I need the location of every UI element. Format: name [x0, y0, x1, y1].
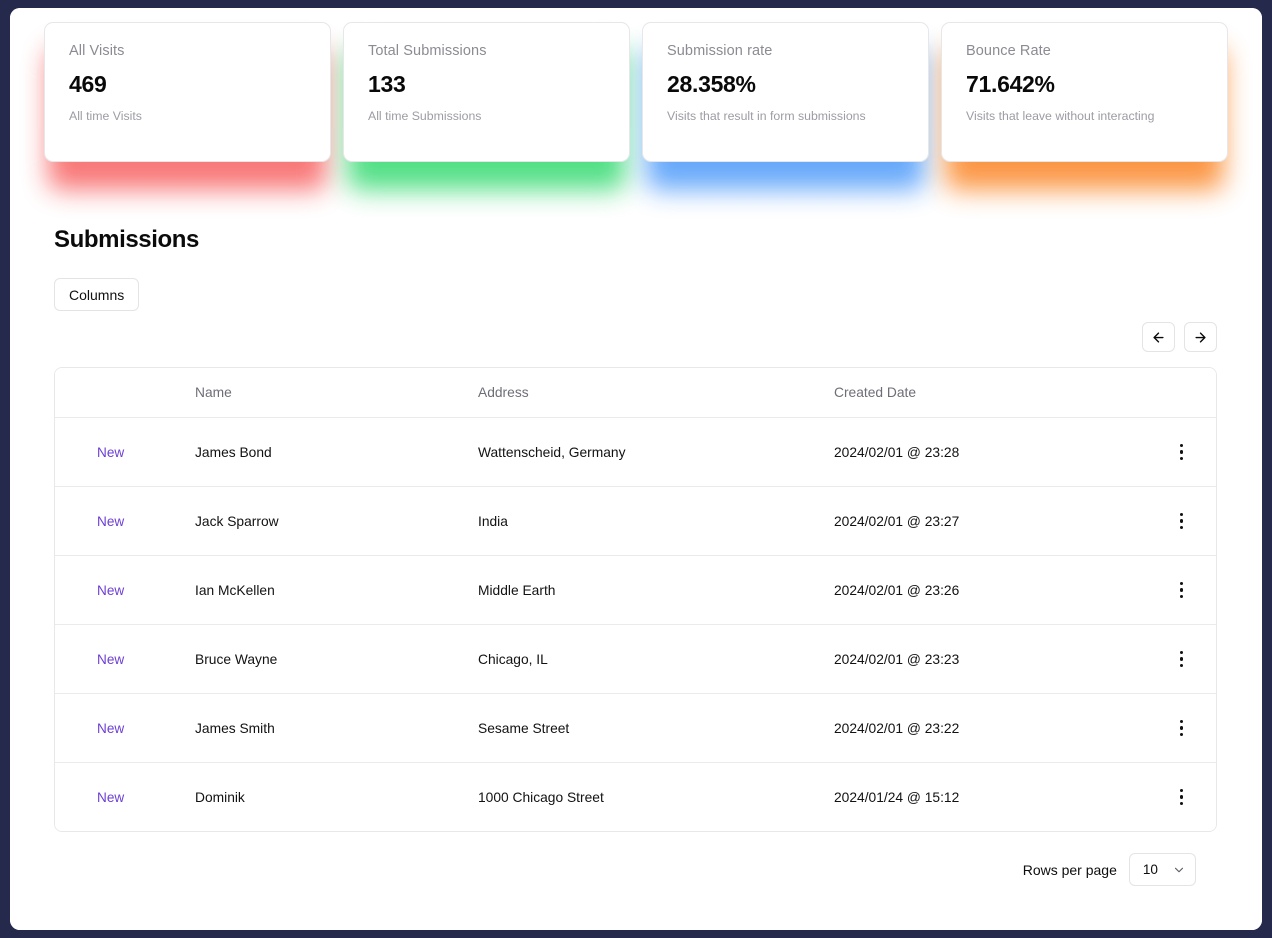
cell-name: James Smith — [195, 694, 478, 763]
more-vertical-icon — [1180, 444, 1183, 460]
cell-name: James Bond — [195, 418, 478, 487]
row-actions-menu-button[interactable] — [1168, 715, 1196, 741]
stat-subtitle: All time Submissions — [368, 109, 605, 123]
arrow-right-icon — [1193, 330, 1208, 345]
status-badge: New — [55, 487, 195, 556]
more-vertical-icon — [1180, 513, 1183, 529]
status-badge-label: New — [97, 652, 124, 667]
status-badge-label: New — [97, 721, 124, 736]
cell-address: 1000 Chicago Street — [478, 763, 834, 832]
cell-created-date: 2024/02/01 @ 23:22 — [834, 694, 1134, 763]
cell-address: Wattenscheid, Germany — [478, 418, 834, 487]
columns-button[interactable]: Columns — [54, 278, 139, 311]
table-row[interactable]: New Bruce WayneChicago, IL2024/02/01 @ 23… — [55, 625, 1217, 694]
stats-row: All Visits 469 All time Visits Total Sub… — [10, 8, 1262, 162]
table-pagination-top — [10, 311, 1262, 352]
stat-card-submission-rate: Submission rate 28.358% Visits that resu… — [642, 22, 929, 162]
cell-name: Bruce Wayne — [195, 625, 478, 694]
arrow-left-icon — [1151, 330, 1166, 345]
more-vertical-icon — [1180, 789, 1183, 805]
previous-page-button[interactable] — [1142, 322, 1175, 352]
status-badge-label: New — [97, 445, 124, 460]
submissions-table-container: Name Address Created Date New James BondW… — [54, 367, 1217, 832]
status-badge-label: New — [97, 514, 124, 529]
dashboard-page: All Visits 469 All time Visits Total Sub… — [10, 8, 1262, 930]
stat-subtitle: Visits that result in form submissions — [667, 109, 904, 123]
stat-title: Submission rate — [667, 43, 904, 59]
stat-title: All Visits — [69, 43, 306, 59]
cell-created-date: 2024/02/01 @ 23:28 — [834, 418, 1134, 487]
table-row[interactable]: New Jack SparrowIndia2024/02/01 @ 23:27 — [55, 487, 1217, 556]
column-header-name: Name — [195, 368, 478, 418]
cell-actions — [1134, 418, 1217, 487]
row-actions-menu-button[interactable] — [1168, 577, 1196, 603]
table-footer: Rows per page 10 — [10, 832, 1262, 886]
status-badge: New — [55, 418, 195, 487]
cell-name: Jack Sparrow — [195, 487, 478, 556]
stat-value: 71.642% — [966, 72, 1203, 96]
submissions-table: Name Address Created Date New James BondW… — [55, 368, 1217, 831]
stat-card-bounce-rate: Bounce Rate 71.642% Visits that leave wi… — [941, 22, 1228, 162]
cell-created-date: 2024/01/24 @ 15:12 — [834, 763, 1134, 832]
status-badge: New — [55, 763, 195, 832]
next-page-button[interactable] — [1184, 322, 1217, 352]
cell-actions — [1134, 763, 1217, 832]
stat-title: Total Submissions — [368, 43, 605, 59]
cell-address: Chicago, IL — [478, 625, 834, 694]
cell-created-date: 2024/02/01 @ 23:26 — [834, 556, 1134, 625]
row-actions-menu-button[interactable] — [1168, 439, 1196, 465]
status-badge: New — [55, 625, 195, 694]
status-badge-label: New — [97, 583, 124, 598]
cell-name: Dominik — [195, 763, 478, 832]
cell-name: Ian McKellen — [195, 556, 478, 625]
more-vertical-icon — [1180, 720, 1183, 736]
cell-created-date: 2024/02/01 @ 23:23 — [834, 625, 1134, 694]
stat-subtitle: All time Visits — [69, 109, 306, 123]
stat-value: 28.358% — [667, 72, 904, 96]
table-header-row: Name Address Created Date — [55, 368, 1217, 418]
status-badge: New — [55, 556, 195, 625]
app-window: All Visits 469 All time Visits Total Sub… — [10, 8, 1262, 930]
cell-created-date: 2024/02/01 @ 23:27 — [834, 487, 1134, 556]
cell-address: Middle Earth — [478, 556, 834, 625]
stat-subtitle: Visits that leave without interacting — [966, 109, 1203, 123]
table-body: NewJames BondWattenscheid, Germany2024/0… — [55, 418, 1217, 832]
rows-per-page-label: Rows per page — [1023, 862, 1117, 878]
stat-title: Bounce Rate — [966, 43, 1203, 59]
cell-actions — [1134, 556, 1217, 625]
column-header-created-date: Created Date — [834, 368, 1134, 418]
status-badge-label: New — [97, 790, 124, 805]
column-header-status — [55, 368, 195, 418]
cell-address: India — [478, 487, 834, 556]
stat-card-all-visits: All Visits 469 All time Visits — [44, 22, 331, 162]
table-row[interactable]: New James BondWattenscheid, Germany2024/0… — [55, 418, 1217, 487]
row-actions-menu-button[interactable] — [1168, 784, 1196, 810]
cell-address: Sesame Street — [478, 694, 834, 763]
cell-actions — [1134, 487, 1217, 556]
status-badge: New — [55, 694, 195, 763]
table-toolbar: Columns — [10, 254, 1262, 311]
table-row[interactable]: New James SmithSesame Street2024/02/01 @ … — [55, 694, 1217, 763]
table-row[interactable]: New Ian McKellenMiddle Earth2024/02/01 @ … — [55, 556, 1217, 625]
row-actions-menu-button[interactable] — [1168, 508, 1196, 534]
chevron-down-icon — [1172, 863, 1186, 877]
row-actions-menu-button[interactable] — [1168, 646, 1196, 672]
cell-actions — [1134, 625, 1217, 694]
cell-actions — [1134, 694, 1217, 763]
rows-per-page-value: 10 — [1143, 862, 1158, 877]
table-header: Name Address Created Date — [55, 368, 1217, 418]
stat-card-total-submissions: Total Submissions 133 All time Submissio… — [343, 22, 630, 162]
more-vertical-icon — [1180, 582, 1183, 598]
stat-value: 133 — [368, 72, 605, 96]
more-vertical-icon — [1180, 651, 1183, 667]
table-row[interactable]: New Dominik1000 Chicago Street2024/01/24 … — [55, 763, 1217, 832]
column-header-actions — [1134, 368, 1217, 418]
stat-value: 469 — [69, 72, 306, 96]
rows-per-page-select[interactable]: 10 — [1129, 853, 1196, 886]
column-header-address: Address — [478, 368, 834, 418]
